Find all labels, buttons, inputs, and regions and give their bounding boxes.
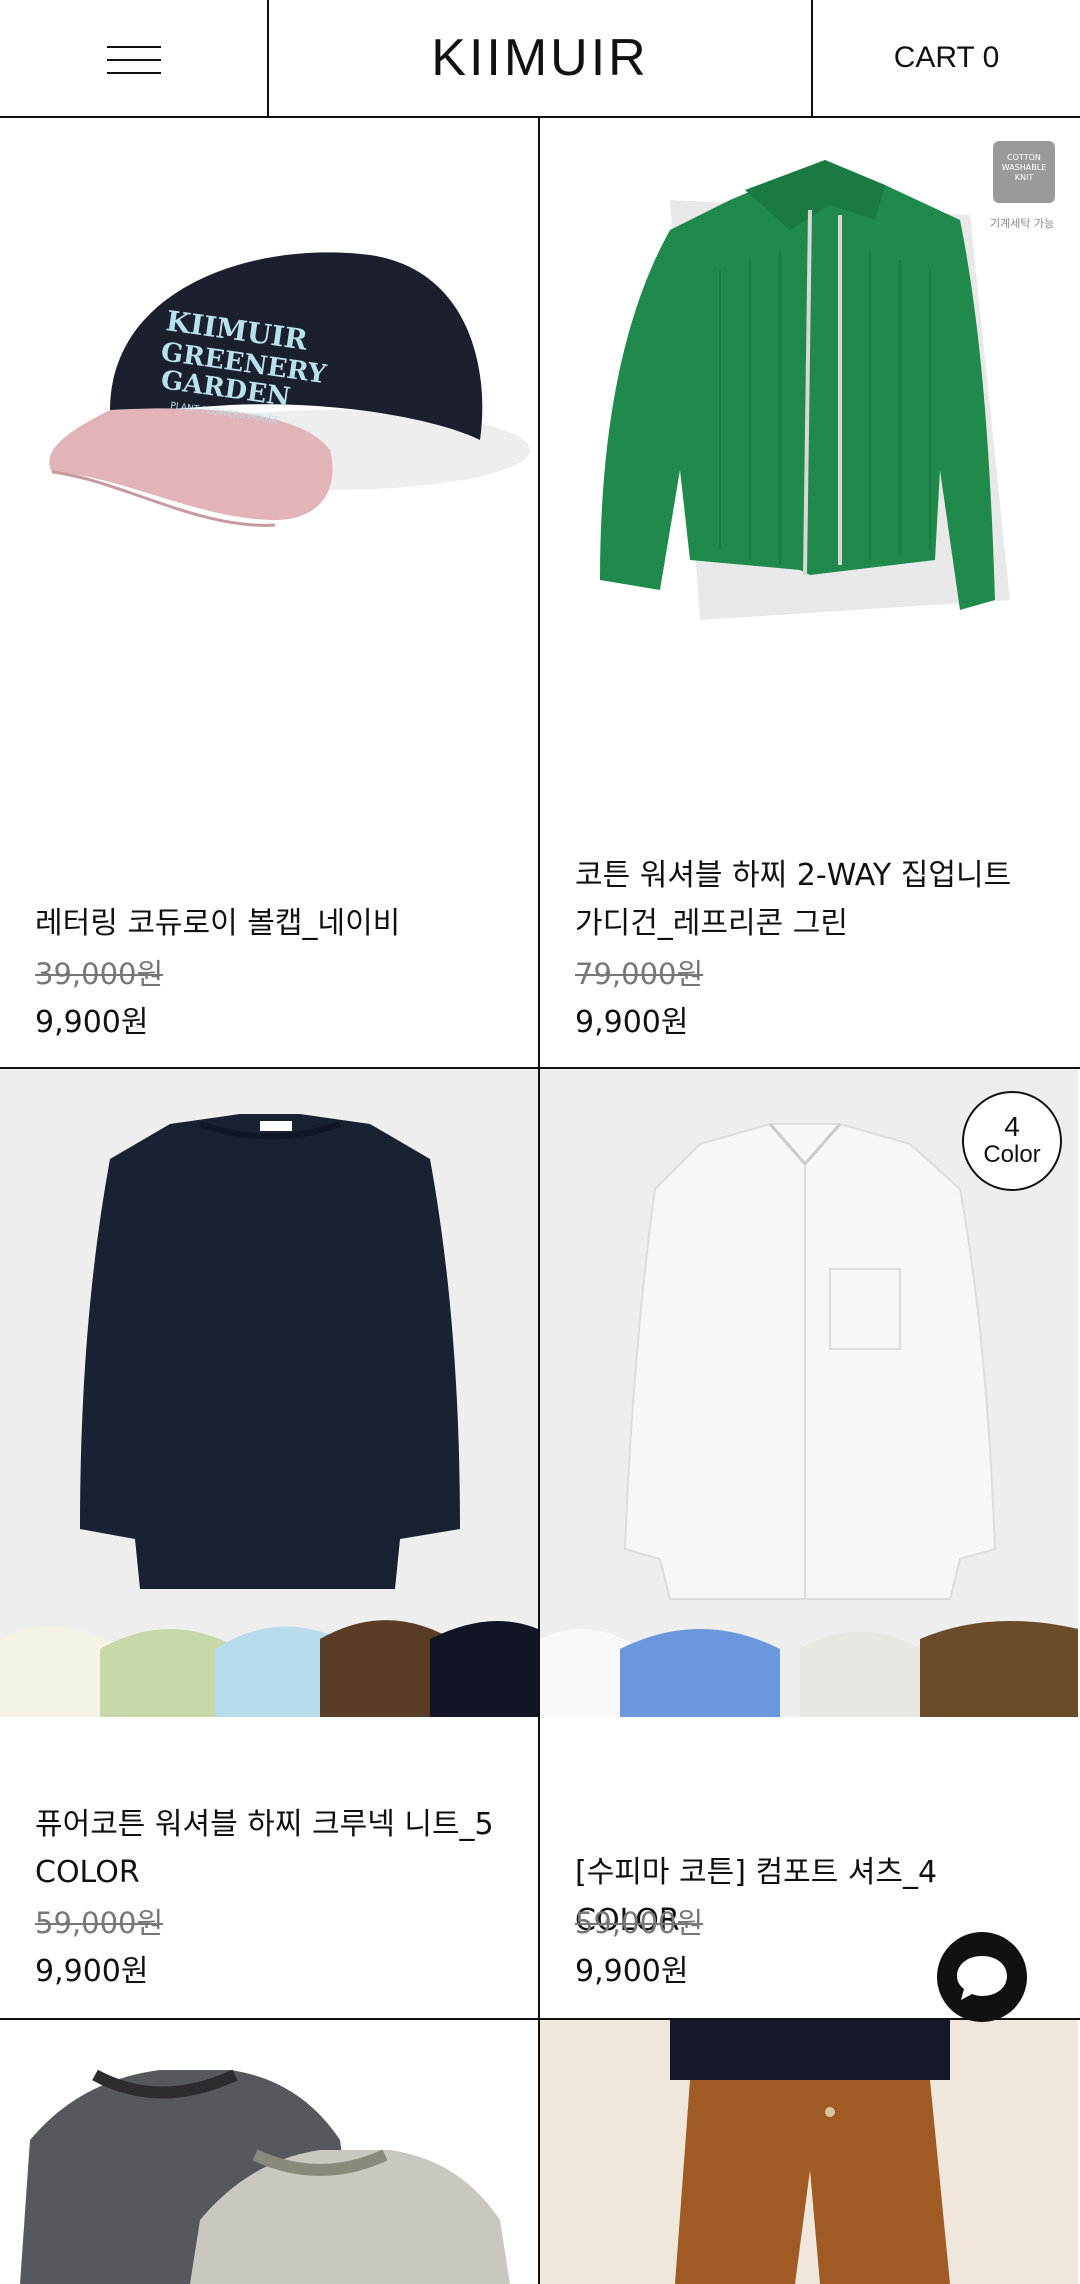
product-card[interactable]: COTTON WASHABLE KNIT 기계세탁 가능 코튼 워셔블 하찌 2… (540, 120, 1078, 1067)
product-card[interactable]: KIIMUIR GREENERY GARDEN PLANT FLOWERS HO… (0, 120, 538, 1067)
sale-price: 9,900원 (35, 1954, 149, 1989)
product-image[interactable] (0, 1069, 538, 1717)
original-price: 59,000원 (575, 1906, 704, 1940)
product-card[interactable] (540, 2020, 1078, 2284)
product-card[interactable]: 4 Color [수피마 코튼] 컴포트 셔츠_4 COLOR 59,000원 … (540, 1069, 1078, 2018)
product-card[interactable] (0, 2020, 538, 2284)
washable-badge-caption: 기계세탁 가능 (990, 217, 1055, 230)
cart-button[interactable]: CART 0 (811, 0, 1080, 116)
header: KIIMUIR CART 0 (0, 0, 1080, 118)
chat-button[interactable] (937, 1932, 1027, 2022)
product-name[interactable]: 레터링 코듀로이 볼캡_네이비 (35, 900, 508, 948)
product-image[interactable] (540, 2020, 1078, 2284)
sale-price: 9,900원 (35, 1005, 149, 1040)
original-price: 39,000원 (35, 957, 164, 991)
color-count-badge: 4 Color (962, 1091, 1062, 1191)
product-name[interactable]: 코튼 워셔블 하찌 2-WAY 집업니트 가디건_레프리콘 그린 (575, 852, 1048, 948)
chat-bubble-icon (937, 1956, 1027, 2026)
product-image[interactable] (0, 2020, 538, 2284)
color-label: Color (983, 1141, 1041, 1168)
product-image[interactable]: KIIMUIR GREENERY GARDEN PLANT FLOWERS HO… (0, 120, 538, 720)
original-price: 59,000원 (35, 1906, 164, 1940)
sale-price: 9,900원 (575, 1954, 689, 1989)
washable-badge-icon: COTTON WASHABLE KNIT (993, 141, 1055, 203)
product-card[interactable]: 퓨어코튼 워셔블 하찌 크루넥 니트_5 COLOR 59,000원 9,900… (0, 1069, 538, 2018)
product-image[interactable] (540, 120, 1078, 720)
color-count: 4 (1004, 1111, 1020, 1142)
sale-price: 9,900원 (575, 1005, 689, 1040)
brand-logo[interactable]: KIIMUIR (269, 0, 811, 116)
original-price: 79,000원 (575, 957, 704, 991)
menu-button[interactable] (0, 0, 269, 116)
product-name[interactable]: 퓨어코튼 워셔블 하찌 크루넥 니트_5 COLOR (35, 1801, 508, 1897)
